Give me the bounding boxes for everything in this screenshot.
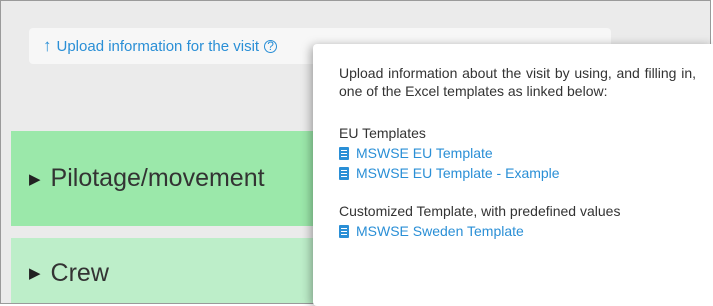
section-title: Pilotage/movement: [50, 164, 265, 192]
group-title: EU Templates: [339, 125, 426, 141]
eu-templates-group: EU Templates MSWSE EU Template MSWSE EU …: [339, 124, 697, 183]
popover-description: Upload information about the visit by us…: [339, 65, 696, 99]
upload-info-label: Upload information for the visit: [56, 37, 260, 55]
document-icon: [339, 224, 349, 238]
link-label: MSWSE EU Template - Example: [356, 165, 560, 181]
template-link-sweden[interactable]: MSWSE Sweden Template: [339, 221, 697, 241]
help-circle-icon[interactable]: ?: [264, 39, 278, 53]
custom-templates-group: Customized Template, with predefined val…: [339, 202, 697, 241]
section-title: Crew: [50, 258, 109, 287]
template-link-eu-example[interactable]: MSWSE EU Template - Example: [339, 163, 697, 183]
upload-arrow-icon: ↑: [43, 36, 52, 55]
link-label: MSWSE Sweden Template: [356, 223, 524, 239]
link-label: MSWSE EU Template: [356, 145, 493, 161]
template-link-eu[interactable]: MSWSE EU Template: [339, 143, 697, 163]
templates-popover: Upload information about the visit by us…: [313, 44, 713, 306]
caret-right-icon: ▶: [29, 265, 41, 282]
document-icon: [339, 166, 349, 180]
caret-right-icon: ▶: [29, 170, 41, 188]
document-icon: [339, 146, 349, 160]
group-title: Customized Template, with predefined val…: [339, 203, 621, 219]
